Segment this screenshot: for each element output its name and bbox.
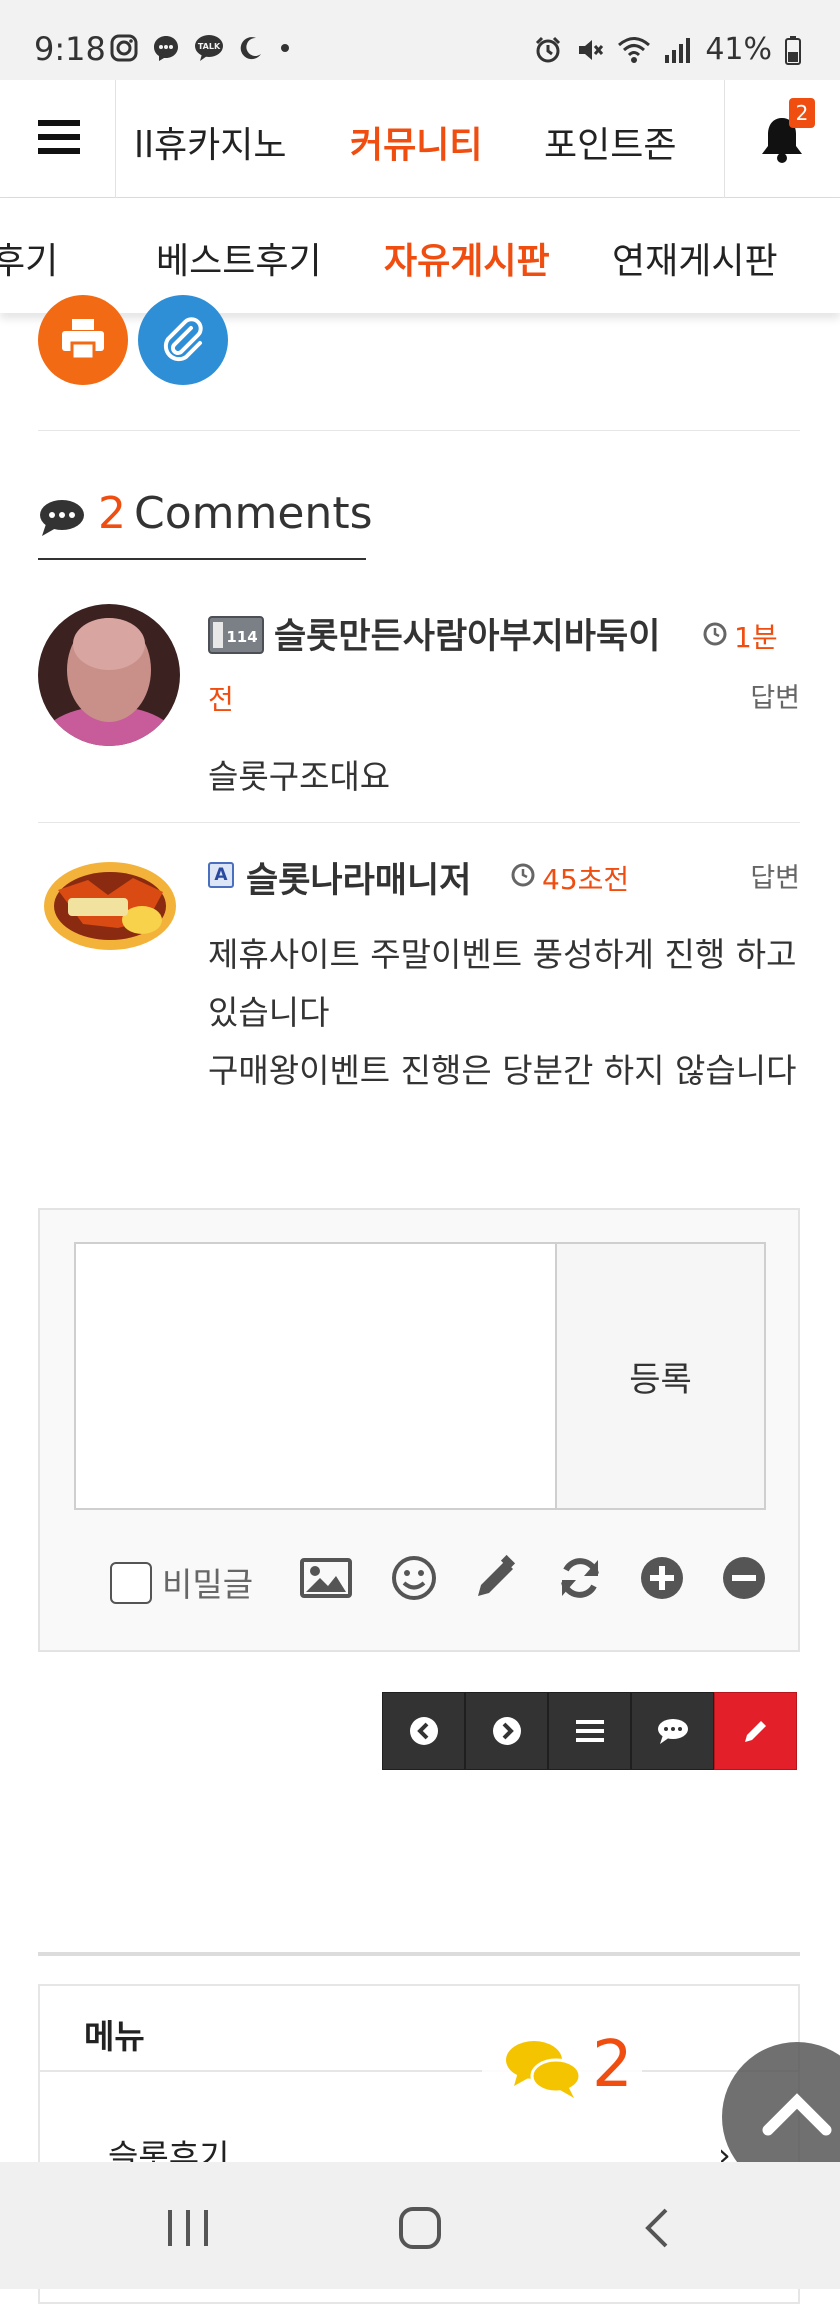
footer-divider [38, 1952, 800, 1956]
pencil-icon[interactable] [472, 1554, 520, 1602]
menu-title: 메뉴 [84, 2017, 145, 2056]
nav-item-casino[interactable]: ll휴카지노 [134, 116, 286, 168]
section-divider [38, 430, 800, 431]
dot-icon [278, 41, 292, 55]
comment-author[interactable]: 슬롯만든사람아부지바둑이 [274, 608, 660, 659]
image-icon[interactable] [300, 1554, 352, 1602]
battery-percent: 41% [705, 32, 772, 67]
admin-badge: A [208, 862, 234, 888]
comment-time: 45초전 [542, 863, 630, 896]
notification-badge: 2 [789, 98, 815, 128]
comments-label: Comments [134, 488, 373, 539]
subnav-item-review[interactable]: 후기 [0, 232, 58, 284]
minus-circle-icon[interactable] [720, 1554, 768, 1602]
submit-button[interactable]: 등록 [555, 1242, 766, 1510]
avatar[interactable] [38, 850, 180, 960]
notification-button[interactable]: 2 [724, 80, 840, 198]
subnav-item-serial-board[interactable]: 연재게시판 [612, 232, 778, 284]
prev-icon [409, 1716, 439, 1746]
print-button[interactable] [38, 295, 128, 385]
comment-body: 슬롯구조대요 [208, 757, 391, 796]
list-icon [575, 1719, 604, 1743]
comments-header: 2 Comments [38, 488, 373, 560]
comment-body-line: 구매왕이벤트 진행은 당분간 하지 않습니다 [208, 1051, 797, 1090]
signal-icon [663, 35, 693, 65]
speech-bubble-icon [38, 498, 86, 538]
alarm-icon [533, 35, 563, 65]
mute-icon [575, 35, 605, 65]
moon-icon [238, 35, 264, 61]
reply-link[interactable]: 답변 [750, 856, 800, 895]
wifi-icon [617, 35, 651, 65]
clock-icon [702, 621, 728, 647]
plus-circle-icon[interactable] [638, 1554, 686, 1602]
top-navigation: ll휴카지노 커뮤니티 포인트존 2 [0, 80, 840, 198]
level-badge: 114 [208, 616, 264, 654]
main-nav: ll휴카지노 커뮤니티 포인트존 [116, 80, 724, 198]
write-button[interactable] [714, 1692, 797, 1770]
attachment-button[interactable] [138, 295, 228, 385]
comment-textarea[interactable] [74, 1242, 556, 1510]
post-actions [382, 1692, 802, 1770]
print-icon [60, 319, 106, 361]
android-navigation-bar [0, 2162, 840, 2289]
chat-bubbles-icon [504, 2038, 584, 2100]
next-button[interactable] [465, 1692, 548, 1770]
subnav-item-best-review[interactable]: 베스트후기 [156, 232, 322, 284]
comment-time: 1분 [734, 621, 778, 654]
floating-comment-count: 2 [592, 2028, 633, 2102]
refresh-icon[interactable] [556, 1554, 604, 1602]
comments-count: 2 [98, 488, 126, 539]
write-icon [742, 1717, 770, 1745]
reply-link[interactable]: 답변 [750, 676, 800, 715]
back-icon[interactable] [640, 2206, 672, 2250]
svg-text:114: 114 [226, 628, 257, 646]
recent-apps-icon[interactable] [166, 2208, 210, 2248]
emoji-icon[interactable] [390, 1554, 438, 1602]
secret-label: 비밀글 [162, 1565, 254, 1604]
comment-time-suffix: 전 [208, 683, 234, 716]
paperclip-icon [158, 315, 208, 365]
comment-divider [38, 822, 800, 823]
clock-icon [510, 862, 536, 888]
comment-button[interactable] [631, 1692, 714, 1770]
messenger-icon [152, 34, 180, 62]
secret-checkbox[interactable] [110, 1562, 152, 1604]
status-time: 9:18 [34, 30, 106, 68]
comment-body: 제휴사이트 주말이벤트 풍성하게 진행 하고 있습니다 구매왕이벤트 진행은 당… [208, 926, 808, 1100]
svg-text:TALK: TALK [198, 42, 221, 51]
menu-button[interactable] [0, 80, 116, 198]
next-icon [492, 1716, 522, 1746]
chevron-up-icon [762, 2092, 832, 2136]
comment-body-line: 제휴사이트 주말이벤트 풍성하게 진행 하고 있습니다 [208, 935, 797, 1032]
prev-button[interactable] [382, 1692, 465, 1770]
nav-item-pointzone[interactable]: 포인트존 [544, 116, 676, 168]
nav-item-community[interactable]: 커뮤니티 [350, 116, 482, 168]
subnav-item-free-board[interactable]: 자유게시판 [384, 232, 550, 284]
avatar[interactable] [38, 604, 180, 746]
home-icon[interactable] [398, 2206, 442, 2250]
battery-icon [784, 35, 802, 65]
menu-title-divider [40, 2070, 798, 2072]
instagram-icon [110, 34, 138, 62]
kakaotalk-icon: TALK [194, 34, 224, 62]
list-button[interactable] [548, 1692, 631, 1770]
sub-navigation: 후기 베스트후기 자유게시판 연재게시판 [0, 198, 840, 313]
comment-icon [657, 1717, 689, 1745]
status-bar: 9:18 TALK 41% [0, 0, 840, 80]
hamburger-icon [38, 118, 80, 156]
comment-author[interactable]: 슬롯나라매니저 [246, 852, 471, 903]
